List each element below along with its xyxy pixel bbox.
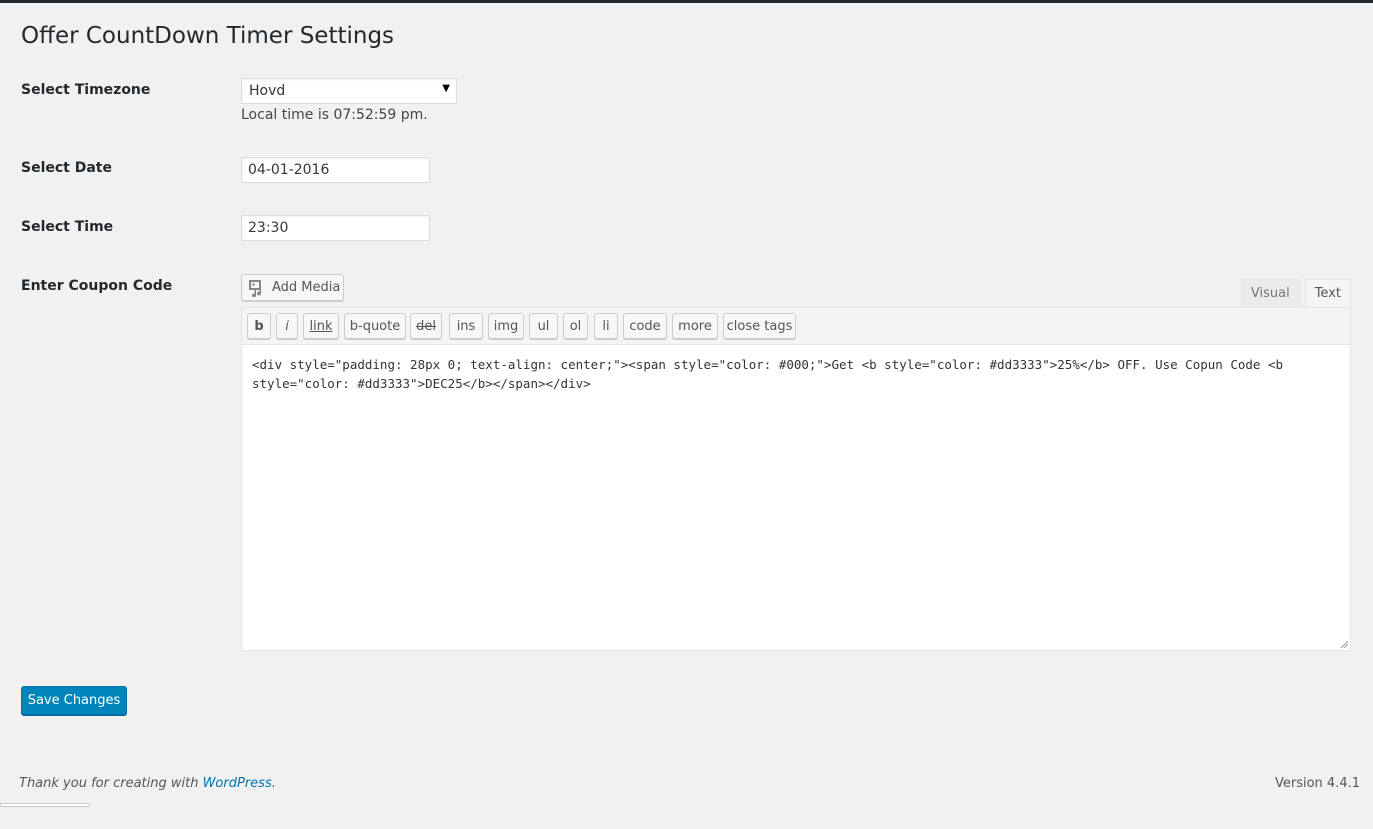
coupon-code-content: <div style="padding: 28px 0; text-align:…	[252, 357, 1291, 391]
quicktag-bquote-button[interactable]: b-quote	[344, 313, 406, 339]
timezone-select-value: Hovd	[249, 83, 286, 99]
save-changes-button[interactable]: Save Changes	[21, 686, 127, 715]
quicktag-code-button[interactable]: code	[623, 313, 667, 339]
page-title: Offer CountDown Timer Settings	[21, 23, 395, 49]
admin-top-bar	[0, 0, 1373, 3]
local-time-note: Local time is 07:52:59 pm.	[241, 107, 428, 123]
footer-version: Version 4.4.1	[1274, 776, 1360, 791]
quicktag-li-button[interactable]: li	[594, 313, 618, 339]
timezone-label: Select Timezone	[21, 82, 151, 98]
footer-thanks-suffix: .	[271, 776, 276, 791]
media-icon	[249, 279, 267, 297]
quicktag-ins-button[interactable]: ins	[449, 313, 483, 339]
time-label: Select Time	[21, 219, 114, 235]
quicktag-del-button[interactable]: del	[410, 313, 442, 339]
quicktag-bold-button[interactable]: b	[247, 313, 271, 339]
dropdown-arrow-icon: ▼	[442, 83, 450, 94]
time-input[interactable]	[241, 215, 430, 241]
footer-thanks: Thank you for creating with WordPress.	[19, 776, 276, 791]
coupon-label: Enter Coupon Code	[21, 278, 173, 294]
quicktag-italic-button[interactable]: i	[276, 313, 298, 339]
quicktag-close-tags-button[interactable]: close tags	[723, 313, 796, 339]
add-media-label: Add Media	[272, 280, 341, 295]
footer-thanks-prefix: Thank you for creating with	[19, 776, 203, 791]
quicktag-ol-button[interactable]: ol	[563, 313, 588, 339]
tab-visual[interactable]: Visual	[1240, 279, 1300, 307]
quicktag-img-button[interactable]: img	[488, 313, 524, 339]
editor-tabs: Visual Text	[1240, 279, 1351, 307]
timezone-select[interactable]: Hovd ▼	[241, 78, 457, 104]
wordpress-link[interactable]: WordPress	[203, 776, 272, 791]
date-label: Select Date	[21, 160, 112, 176]
tab-text[interactable]: Text	[1304, 279, 1351, 307]
quicktag-ul-button[interactable]: ul	[529, 313, 558, 339]
add-media-button[interactable]: Add Media	[241, 274, 344, 301]
quicktag-more-button[interactable]: more	[672, 313, 718, 339]
quicktags-toolbar: b i link b-quote del ins img ul ol li co…	[241, 307, 1351, 345]
horizontal-scrollbar[interactable]	[0, 803, 90, 807]
coupon-code-textarea[interactable]: <div style="padding: 28px 0; text-align:…	[241, 345, 1351, 651]
resize-handle-icon[interactable]	[1340, 640, 1348, 648]
date-input[interactable]	[241, 157, 430, 183]
quicktag-link-button[interactable]: link	[303, 313, 339, 339]
